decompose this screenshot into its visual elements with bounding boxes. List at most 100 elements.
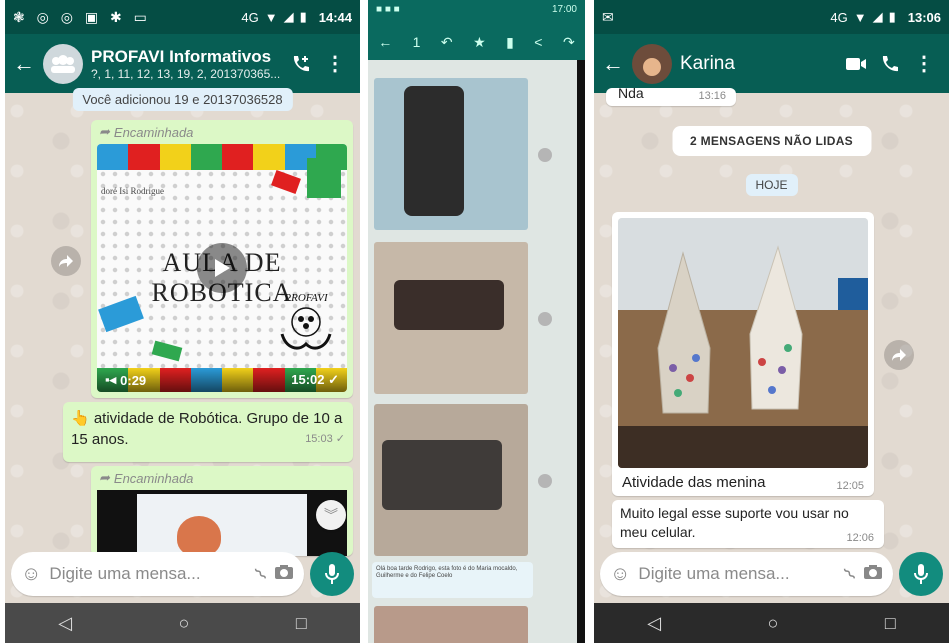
reply-icon[interactable]: ↶ — [441, 34, 453, 51]
mic-icon — [914, 564, 928, 584]
action-back-icon[interactable]: ← — [378, 34, 392, 50]
message-input[interactable]: ☺ Digite uma mensa... ⌇ — [600, 552, 893, 596]
video-call-icon[interactable] — [839, 57, 873, 71]
back-arrow-icon[interactable]: ← — [13, 51, 35, 77]
photo-caption-message[interactable]: Olá boa tarde Rodrigo, esta foto é do Ma… — [372, 562, 533, 598]
message-placeholder: Digite uma mensa... — [638, 564, 790, 583]
mic-icon — [325, 564, 339, 584]
chat-header: ← PROFAVI Informativos ?, 1, 11, 12, 13,… — [5, 34, 360, 93]
unread-messages-banner: 2 MENSAGENS NÃO LIDAS — [672, 126, 871, 156]
status-bar: ✉ 4G ▼ ◢ ▮ 13:06 — [594, 0, 949, 34]
forward-dot-icon[interactable] — [538, 312, 552, 326]
image-message[interactable]: Atividade das menina 12:05 — [612, 212, 874, 496]
selection-toolbar: ■ ■ ■ 17:00 ← 1 ↶ ★ ▮ < ↷ — [368, 0, 585, 60]
nav-home-icon[interactable]: ○ — [768, 613, 779, 634]
video-thumbnail[interactable]: doré Isi Rodrigue AULA DE ROBOTICA PROFA… — [97, 144, 347, 392]
profavi-logo: PROFAVI — [271, 292, 341, 359]
selection-actions: ← 1 ↶ ★ ▮ < ↷ — [368, 24, 585, 60]
chat-header: ← Karina ⋮ — [594, 34, 949, 93]
more-options-icon[interactable]: ⋮ — [907, 51, 941, 76]
nav-back-icon[interactable]: ◁ — [58, 613, 72, 634]
status-bar: ■ ■ ■ 17:00 — [376, 4, 577, 15]
mic-button[interactable] — [899, 552, 943, 596]
photo-thumbnail-4[interactable] — [374, 606, 528, 643]
forward-dot-icon[interactable] — [538, 148, 552, 162]
chat-title-block[interactable]: PROFAVI Informativos ?, 1, 11, 12, 13, 1… — [91, 47, 284, 81]
system-message: Você adicionou 19 e 20137036528 — [72, 88, 293, 111]
forward-icon[interactable]: ↷ — [563, 34, 575, 51]
video-thumbnail-dark[interactable] — [97, 490, 347, 556]
clock: 14:44 — [318, 9, 352, 25]
star-icon[interactable]: ★ — [473, 34, 486, 51]
contact-avatar[interactable] — [632, 43, 672, 84]
screen-edge — [577, 60, 585, 643]
forwarded-message-partial[interactable]: ➦ Encaminhada — [91, 466, 353, 556]
message-composer: ☺ Digite uma mensa... ⌇ — [11, 551, 354, 597]
chat-column: Olá boa tarde Rodrigo, esta foto é do Ma… — [368, 60, 577, 643]
back-arrow-icon[interactable]: ← — [602, 51, 624, 77]
message-time: 13:16 — [698, 90, 726, 102]
forward-button[interactable] — [884, 340, 914, 370]
paper-craft-left — [657, 251, 711, 414]
photo-thumbnail-3[interactable] — [374, 404, 528, 556]
share-arrow-icon — [892, 349, 906, 361]
message-composer: ☺ Digite uma mensa... ⌇ — [600, 551, 943, 597]
date-divider: HOJE — [745, 174, 798, 196]
photo-thumbnail-2[interactable] — [374, 242, 528, 394]
lego-brick-small-green — [151, 340, 183, 362]
lego-brick-red — [271, 170, 301, 194]
add-call-icon[interactable] — [284, 53, 318, 75]
android-nav-bar: ◁ ○ □ — [5, 603, 360, 643]
incoming-text-message[interactable]: Muito legal esse suporte vou usar no meu… — [612, 500, 884, 548]
video-info-bar: ▪◂ 0:29 15:02 ✓ — [97, 368, 347, 392]
group-avatar[interactable] — [43, 43, 83, 84]
camera-icon[interactable] — [274, 564, 294, 585]
more-options-icon[interactable]: ⋮ — [318, 51, 352, 76]
share-arrow-icon — [59, 255, 73, 267]
video-duration: 0:29 — [120, 372, 147, 388]
message-placeholder: Digite uma mensa... — [49, 564, 201, 583]
play-icon[interactable] — [197, 243, 247, 293]
text-message[interactable]: 👆 atividade de Robótica. Grupo de 10 a 1… — [63, 402, 353, 462]
forwarded-label: ➦ Encaminhada — [99, 470, 194, 486]
phone-screen-karina: ✉ 4G ▼ ◢ ▮ 13:06 ← Karina ⋮ Nda 13:16 2 … — [594, 0, 949, 643]
video-message[interactable]: ➦ Encaminhada doré Isi Rodrigue AULA DE … — [91, 120, 353, 398]
attach-icon[interactable]: ⌇ — [840, 563, 861, 584]
forward-button[interactable] — [51, 246, 81, 276]
emoji-icon[interactable]: ☺ — [21, 563, 41, 586]
chat-title-block[interactable]: Karina — [680, 53, 839, 75]
photo-thumbnail[interactable] — [618, 218, 868, 468]
wifi-icon: ▼ — [264, 9, 278, 25]
emoji-icon[interactable]: ☺ — [610, 563, 630, 586]
attach-icon[interactable]: ⌇ — [251, 563, 272, 584]
scroll-down-icon[interactable]: ︾ — [316, 500, 346, 530]
forward-arrow-icon: ➦ — [99, 470, 110, 485]
nav-home-icon[interactable]: ○ — [179, 613, 190, 634]
phone-screen-profavi: ❃ ◎ ◎ ▣ ✱ ▭ 4G ▼ ◢ ▮ 14:44 ← PROFAVI Inf… — [5, 0, 360, 643]
notification-icons: ❃ ◎ ◎ ▣ ✱ ▭ — [13, 8, 151, 25]
thumbnail-small-caption: doré Isi Rodrigue — [101, 186, 164, 196]
forward-arrow-icon: ➦ — [99, 124, 110, 139]
message-text: Muito legal esse suporte vou usar no meu… — [620, 505, 849, 540]
message-time: 12:06 — [846, 532, 874, 544]
status-bar: ❃ ◎ ◎ ▣ ✱ ▭ 4G ▼ ◢ ▮ 14:44 — [5, 0, 360, 34]
delete-icon[interactable]: ▮ — [506, 34, 514, 51]
message-text: Nda — [618, 85, 644, 101]
nav-recent-icon[interactable]: □ — [296, 613, 307, 634]
mic-button[interactable] — [310, 552, 354, 596]
group-icon — [51, 54, 75, 73]
video-camera-icon: ▪◂ — [105, 372, 117, 387]
nav-recent-icon[interactable]: □ — [885, 613, 896, 634]
lego-brick-green — [307, 158, 341, 198]
camera-icon[interactable] — [863, 564, 883, 585]
toy-figure — [177, 516, 221, 556]
forward-dot-icon[interactable] — [538, 474, 552, 488]
nav-back-icon[interactable]: ◁ — [647, 613, 661, 634]
android-nav-bar: ◁ ○ □ — [594, 603, 949, 643]
share-icon[interactable]: < — [534, 34, 542, 50]
message-input[interactable]: ☺ Digite uma mensa... ⌇ — [11, 552, 304, 596]
phone-screen-gallery: ■ ■ ■ 17:00 ← 1 ↶ ★ ▮ < ↷ Olá boa tarde … — [368, 0, 585, 643]
voice-call-icon[interactable] — [873, 54, 907, 74]
incoming-message[interactable]: Nda 13:16 — [606, 85, 736, 106]
photo-thumbnail-1[interactable] — [374, 78, 528, 230]
